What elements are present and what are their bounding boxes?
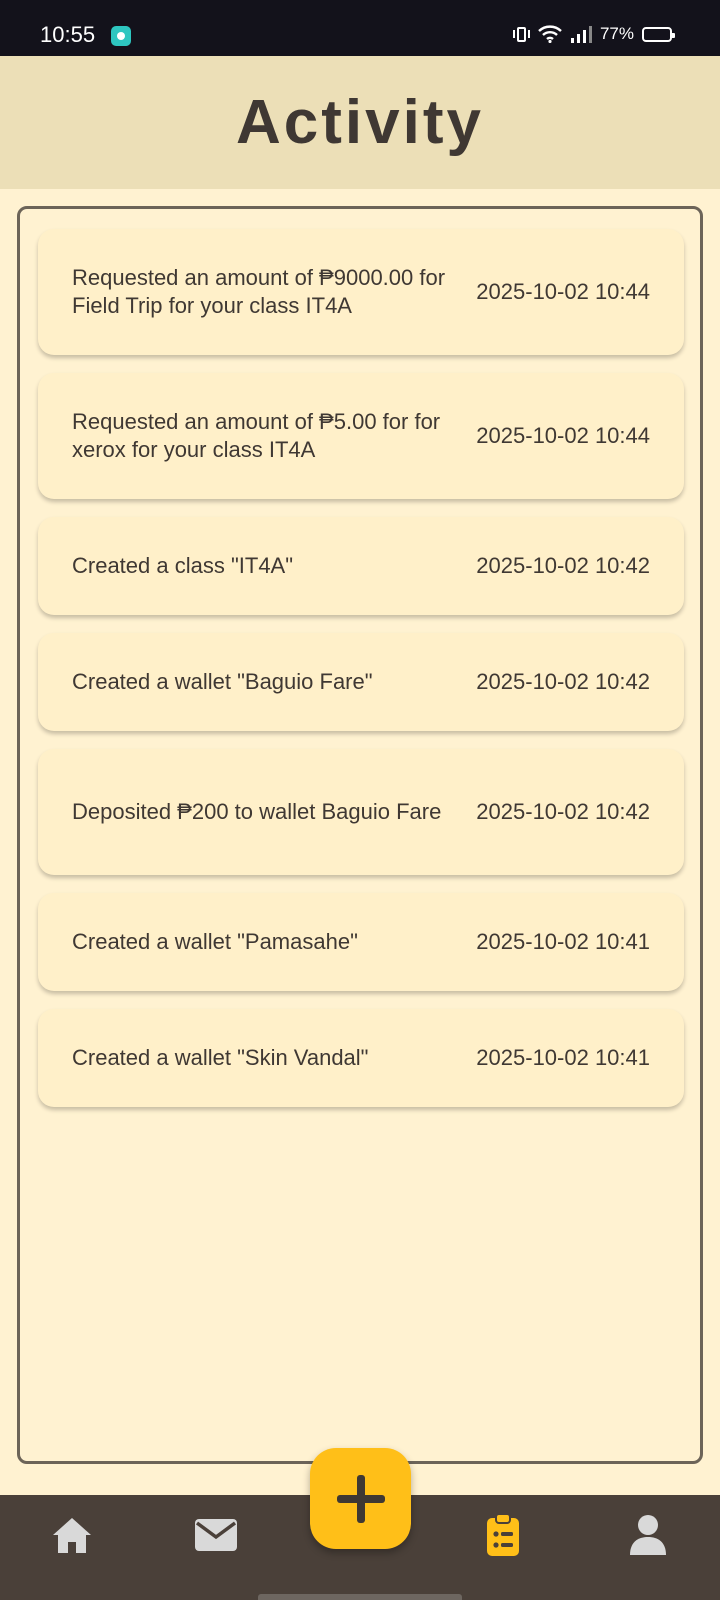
clipboard-list-icon: [487, 1513, 519, 1556]
activity-description: Created a wallet "Skin Vandal": [72, 1045, 369, 1070]
vibrate-icon: [512, 26, 530, 42]
activity-description: Requested an amount of ₱9000.00 for Fiel…: [72, 265, 446, 318]
activity-item[interactable]: Deposited ₱200 to wallet Baguio Fare 202…: [38, 749, 684, 875]
activity-item[interactable]: Created a wallet "Baguio Fare" 2025-10-0…: [38, 633, 684, 731]
activity-item[interactable]: Requested an amount of ₱9000.00 for Fiel…: [38, 229, 684, 355]
add-button[interactable]: [310, 1448, 411, 1549]
activity-description: Created a wallet "Baguio Fare": [72, 669, 373, 694]
mail-icon: [195, 1519, 237, 1551]
activity-timestamp: 2025-10-02 10:42: [476, 799, 650, 824]
activity-description: Deposited ₱200 to wallet Baguio Fare: [72, 799, 442, 824]
activity-timestamp: 2025-10-02 10:44: [476, 279, 650, 304]
activity-item[interactable]: Created a wallet "Pamasahe" 2025-10-02 1…: [38, 893, 684, 991]
battery-icon: [642, 26, 675, 42]
profile-icon: [630, 1515, 666, 1555]
activity-timestamp: 2025-10-02 10:44: [476, 423, 650, 448]
status-bar: 10:55 77%: [0, 0, 720, 56]
nav-messages[interactable]: [176, 1505, 256, 1565]
home-indicator[interactable]: [258, 1594, 462, 1600]
signal-icon: [570, 26, 592, 43]
activity-item[interactable]: Requested an amount of ₱5.00 for for xer…: [38, 373, 684, 499]
nav-activity[interactable]: [463, 1505, 543, 1565]
status-time: 10:55: [40, 22, 96, 47]
plus-icon: [336, 1474, 385, 1523]
activity-description: Created a wallet "Pamasahe": [72, 929, 358, 954]
activity-description: Requested an amount of ₱5.00 for for xer…: [72, 409, 441, 462]
activity-timestamp: 2025-10-02 10:42: [476, 669, 650, 694]
activity-list[interactable]: Requested an amount of ₱9000.00 for Fiel…: [17, 206, 703, 1464]
app-notification-icon: [111, 26, 131, 46]
activity-timestamp: 2025-10-02 10:41: [476, 1045, 650, 1070]
status-icons: 77%: [512, 24, 675, 44]
wifi-icon: [538, 25, 562, 43]
nav-home[interactable]: [32, 1505, 112, 1565]
page-title: Activity: [236, 88, 484, 157]
battery-percentage: 77%: [599, 24, 634, 43]
nav-profile[interactable]: [608, 1505, 688, 1565]
activity-timestamp: 2025-10-02 10:41: [476, 929, 650, 954]
activity-item[interactable]: Created a class "IT4A" 2025-10-02 10:42: [38, 517, 684, 615]
activity-item[interactable]: Created a wallet "Skin Vandal" 2025-10-0…: [38, 1009, 684, 1107]
activity-timestamp: 2025-10-02 10:42: [476, 553, 650, 578]
home-icon: [53, 1518, 91, 1553]
header: Activity: [0, 56, 720, 189]
activity-description: Created a class "IT4A": [72, 553, 294, 578]
